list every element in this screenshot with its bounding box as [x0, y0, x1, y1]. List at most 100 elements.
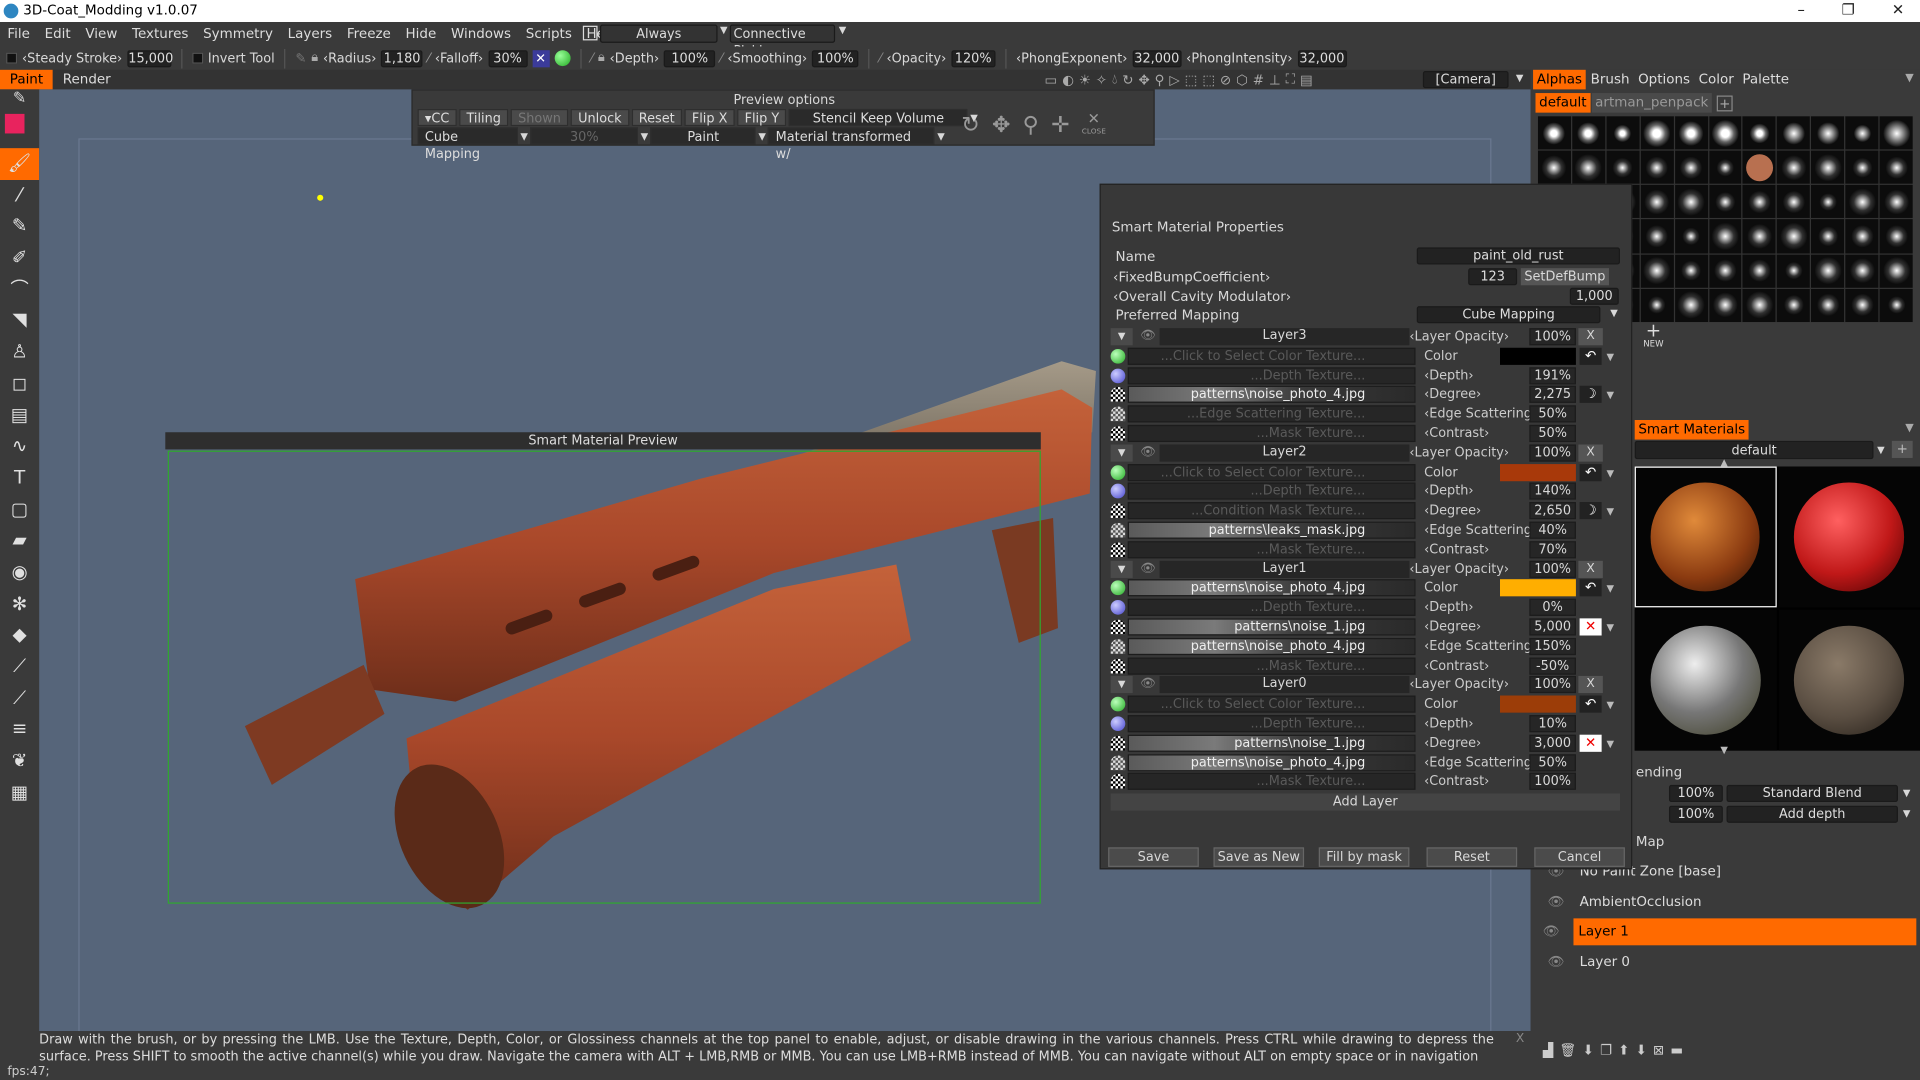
texture-placeholder-field[interactable]: ...Mask Texture...	[1127, 424, 1416, 443]
tab-brush[interactable]: Brush	[1587, 70, 1633, 90]
smart-material-chrome[interactable]	[1634, 609, 1777, 751]
airbrush-icon[interactable]: ✎	[0, 211, 39, 242]
color-swatch[interactable]	[1500, 579, 1576, 597]
layer-opacity-field[interactable]: 100%	[1529, 560, 1576, 578]
fullscreen-icon[interactable]: ⛶	[1286, 71, 1295, 88]
clear-layer-icon[interactable]: ⊠	[1653, 1042, 1664, 1058]
frame-pen-icon[interactable]: ⬚	[1202, 72, 1215, 88]
alpha-thumb[interactable]	[1845, 288, 1879, 323]
green-ball-icon[interactable]	[554, 50, 571, 67]
layer-opacity-label[interactable]: ‹Layer Opacity›	[1409, 676, 1509, 694]
alpha-thumb[interactable]	[1743, 116, 1776, 150]
texture-file-field[interactable]: patterns\noise_photo_4.jpg	[1127, 753, 1416, 771]
fill-icon[interactable]: ✐	[0, 243, 39, 274]
contrast-label[interactable]: ‹Contrast›	[1424, 657, 1489, 675]
panel-menu-icon[interactable]: ▼	[1905, 422, 1913, 434]
measure-icon[interactable]: ▦	[0, 777, 39, 808]
pen-icon[interactable]: ⁄	[720, 51, 722, 66]
contrast-label[interactable]: ‹Contrast›	[1424, 541, 1489, 559]
alpha-thumb[interactable]	[1708, 219, 1742, 254]
alpha-thumb[interactable]	[1674, 116, 1708, 150]
degree-label[interactable]: ‹Degree›	[1424, 734, 1481, 752]
alpha-thumb[interactable]	[1777, 150, 1811, 185]
copy-icon[interactable]: ▤	[0, 400, 39, 431]
alpha-thumb[interactable]	[1708, 116, 1742, 150]
eye-icon[interactable]: 👁︎	[1543, 918, 1560, 945]
delete-layer-button[interactable]: X	[1578, 676, 1603, 694]
set-def-bump-button[interactable]: SetDefBump	[1520, 268, 1609, 286]
steady-stroke-label[interactable]: ‹Steady Stroke›	[22, 51, 122, 66]
chevron-down-icon[interactable]: ▼	[1607, 580, 1615, 598]
reset-button[interactable]: Reset	[1426, 847, 1518, 867]
texture-placeholder-field[interactable]: ...Mask Texture...	[1127, 540, 1416, 559]
alpha-thumb[interactable]	[1811, 185, 1845, 219]
alpha-thumb[interactable]	[1537, 116, 1571, 150]
eye-icon[interactable]: 👁︎	[1548, 888, 1565, 915]
eye-icon[interactable]: 👁︎	[1140, 328, 1156, 345]
menu-symmetry[interactable]: Symmetry	[196, 22, 281, 46]
layer-item[interactable]: Layer 1 👁︎	[1543, 918, 1917, 946]
grid-icon[interactable]: #	[1253, 72, 1264, 88]
alpha-thumb[interactable]	[1811, 150, 1845, 185]
add-layer-button[interactable]: Add Layer	[1110, 793, 1621, 811]
menu-hide[interactable]: Hide	[398, 22, 443, 46]
close-preview-button[interactable]: ✕ CLOSE	[1082, 111, 1106, 137]
undo-icon[interactable]: ↶	[1579, 347, 1602, 365]
texture-placeholder-field[interactable]: ...Depth Texture...	[1127, 366, 1416, 384]
tab-paint[interactable]: Paint	[0, 69, 53, 90]
merge-down-icon[interactable]: ⬇	[1583, 1042, 1594, 1058]
menu-edit[interactable]: Edit	[37, 22, 78, 46]
menu-scripts[interactable]: Scripts	[518, 22, 579, 46]
layer-opacity-label[interactable]: ‹Layer Opacity›	[1409, 560, 1509, 578]
move-up-icon[interactable]: ⬆	[1618, 1042, 1629, 1058]
degree-field[interactable]: 2,650	[1529, 502, 1576, 520]
alpha-thumb[interactable]	[1640, 219, 1674, 254]
edge-scattering-field[interactable]: 40%	[1529, 521, 1576, 539]
axes-icon[interactable]: ⊥	[1269, 72, 1281, 88]
alpha-thumb[interactable]	[1743, 254, 1776, 288]
alpha-thumb[interactable]	[1743, 288, 1776, 323]
color-swatch[interactable]	[0, 111, 39, 148]
alpha-thumb[interactable]	[1845, 116, 1879, 150]
flip-y-button[interactable]: Flip Y	[737, 108, 787, 127]
edge-scattering-field[interactable]: 150%	[1529, 637, 1576, 655]
always-dropdown[interactable]: Always	[600, 24, 718, 43]
collapse-toggle[interactable]: ▼	[1110, 676, 1133, 694]
tab-options[interactable]: Options	[1634, 70, 1693, 90]
opacity-label[interactable]: ‹Opacity›	[886, 51, 946, 66]
alpha-thumb[interactable]	[1674, 185, 1708, 219]
layer-name-field[interactable]: Layer0	[1159, 676, 1410, 694]
x-mirror-icon[interactable]: ✕	[532, 49, 550, 67]
alpha-thumb[interactable]	[1811, 116, 1845, 150]
mapping-dropdown[interactable]: Cube Mapping	[417, 127, 518, 162]
close-hint-button[interactable]: X	[1516, 1032, 1524, 1045]
cavity-modulator-label[interactable]: ‹Overall Cavity Modulator›	[1113, 289, 1291, 305]
close-window-button[interactable]: ✕	[1892, 1, 1904, 18]
menu-freeze[interactable]: Freeze	[340, 22, 399, 46]
delete-layer-icon[interactable]: 🗑︎	[1559, 1042, 1576, 1058]
frame-icon[interactable]: ▢	[0, 494, 39, 525]
cancel-button[interactable]: Cancel	[1534, 847, 1625, 867]
play-icon[interactable]: ▷	[1169, 72, 1179, 88]
depth-field[interactable]: 100%	[664, 49, 716, 67]
always-checkbox[interactable]	[582, 25, 598, 41]
eye-icon[interactable]: 👁︎	[1140, 676, 1156, 693]
texture-placeholder-field[interactable]: ...Mask Texture...	[1127, 773, 1416, 791]
primary-color[interactable]	[4, 113, 25, 134]
alpha-thumb[interactable]	[1777, 254, 1811, 288]
texture-file-field[interactable]: patterns\noise_photo_4.jpg	[1127, 637, 1416, 655]
delete-layer-button[interactable]: X	[1578, 328, 1603, 346]
contrast-field[interactable]: -50%	[1529, 657, 1576, 675]
degree-label[interactable]: ‹Degree›	[1424, 618, 1481, 636]
name-field[interactable]: paint_old_rust	[1416, 247, 1621, 265]
depth-label[interactable]: ‹Depth›	[610, 51, 659, 66]
brush-settings-icon[interactable]: ✎	[0, 89, 39, 111]
contrast-field[interactable]: 100%	[1529, 773, 1576, 791]
alpha-thumb[interactable]	[1708, 288, 1742, 323]
stencil-dropdown[interactable]: Stencil Keep Volume	[789, 108, 968, 127]
lock-icon[interactable]: 🔒︎	[598, 50, 605, 66]
layer-opacity-field[interactable]: 100%	[1529, 328, 1576, 346]
degree-field[interactable]: 3,000	[1529, 734, 1576, 752]
moon-icon[interactable]: ☽	[1579, 502, 1602, 520]
scroll-up-icon[interactable]: ▲	[1720, 457, 1728, 468]
